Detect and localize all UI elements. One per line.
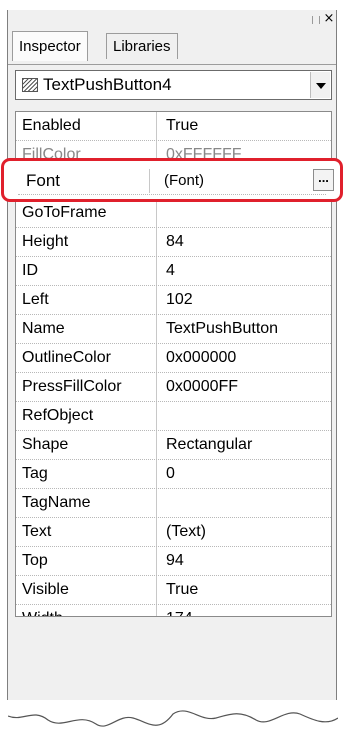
property-name: TagName [16,489,157,517]
font-row-highlight[interactable]: Font (Font) ... [1,158,343,202]
property-value[interactable]: (Text) [159,518,331,546]
property-row-left[interactable]: Left 102 [16,286,331,315]
property-name: Enabled [16,112,157,140]
property-name-font: Font [26,169,150,193]
object-selector[interactable]: TextPushButton4 [15,70,332,100]
property-value[interactable]: 84 [159,228,331,256]
property-row-enabled[interactable]: Enabled True [16,112,331,141]
property-value[interactable]: 0 [159,460,331,488]
property-value[interactable] [159,199,331,227]
property-value[interactable]: 94 [159,547,331,575]
property-name: Tag [16,460,157,488]
property-value-font[interactable]: (Font) [164,169,204,193]
property-name: PressFillColor [16,373,157,401]
property-value[interactable]: 0x000000 [159,344,331,372]
property-row-outlinecolor[interactable]: OutlineColor 0x000000 [16,344,331,373]
row-divider [18,194,326,195]
property-name: RefObject [16,402,157,430]
property-row-top[interactable]: Top 94 [16,547,331,576]
property-name: Name [16,315,157,343]
property-value[interactable]: True [159,112,331,140]
torn-edge [8,710,338,739]
property-name: OutlineColor [16,344,157,372]
property-name: GoToFrame [16,199,157,227]
property-row-height[interactable]: Height 84 [16,228,331,257]
property-row-width[interactable]: Width 174 [16,605,331,616]
property-name: ID [16,257,157,285]
close-icon[interactable]: × [322,12,336,26]
inspector-panel: × Inspector Libraries TextPushButton4 En… [7,10,338,739]
property-name: Shape [16,431,157,459]
tab-divider [8,64,336,65]
ellipsis-button[interactable]: ... [313,169,334,191]
property-value[interactable]: 174 [159,605,331,616]
tab-libraries[interactable]: Libraries [106,33,178,59]
property-name: Top [16,547,157,575]
tab-inspector[interactable]: Inspector [12,31,88,61]
property-row-gotoframe[interactable]: GoToFrame [16,199,331,228]
property-name: Height [16,228,157,256]
property-value[interactable]: True [159,576,331,604]
property-value[interactable]: TextPushButton [159,315,331,343]
property-value[interactable]: 102 [159,286,331,314]
property-row-tag[interactable]: Tag 0 [16,460,331,489]
panel-titlebar: × [8,10,336,30]
property-row-tagname[interactable]: TagName [16,489,331,518]
property-row-refobject[interactable]: RefObject [16,402,331,431]
property-row-shape[interactable]: Shape Rectangular [16,431,331,460]
property-value[interactable]: 0x0000FF [159,373,331,401]
drag-grip-icon[interactable] [312,16,320,24]
property-row-name[interactable]: Name TextPushButton [16,315,331,344]
property-value[interactable]: Rectangular [159,431,331,459]
property-name: Width [16,605,157,616]
property-name: Text [16,518,157,546]
property-value[interactable]: 4 [159,257,331,285]
property-row-visible[interactable]: Visible True [16,576,331,605]
chevron-down-icon[interactable] [310,72,330,98]
object-selector-value: TextPushButton4 [43,75,172,94]
property-name: Left [16,286,157,314]
property-row-pressfillcolor[interactable]: PressFillColor 0x0000FF [16,373,331,402]
property-value[interactable] [159,489,331,517]
property-name: Visible [16,576,157,604]
pattern-icon [22,78,38,92]
property-row-id[interactable]: ID 4 [16,257,331,286]
property-row-text[interactable]: Text (Text) [16,518,331,547]
property-value[interactable] [159,402,331,430]
